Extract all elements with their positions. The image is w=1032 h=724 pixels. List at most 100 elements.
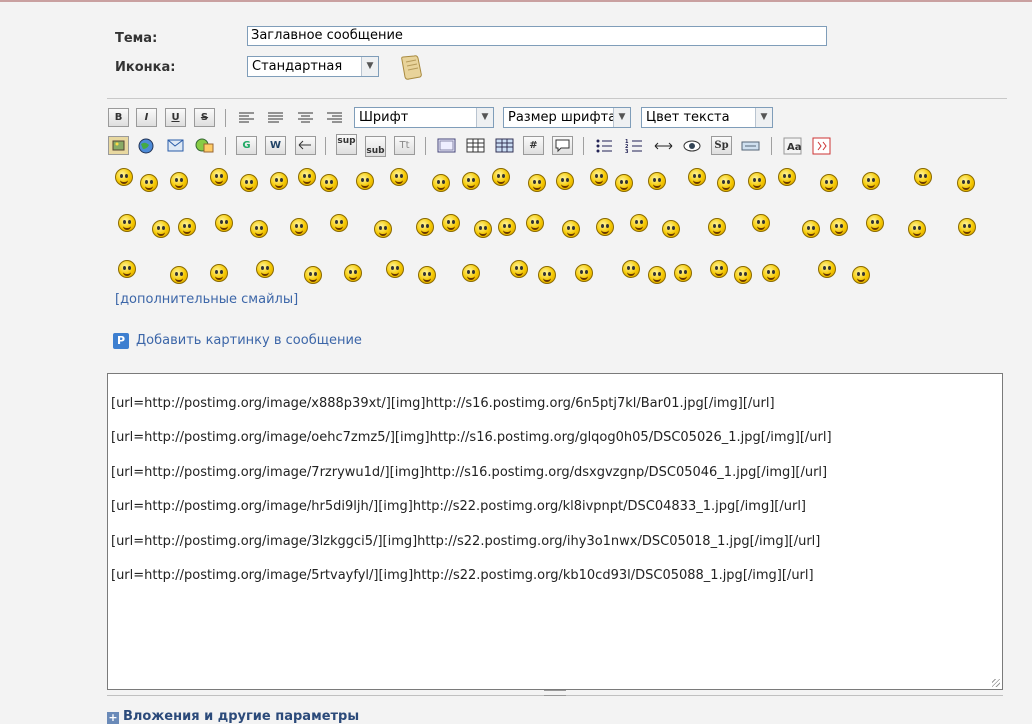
strike-button[interactable]: S [194, 108, 215, 127]
smiley-icon[interactable] [152, 220, 170, 238]
smiley-icon[interactable] [492, 168, 510, 186]
smiley-icon[interactable] [590, 168, 608, 186]
smiley-icon[interactable] [118, 214, 136, 232]
text-color-select[interactable]: Цвет текста ▼ [641, 107, 773, 128]
hash-button[interactable]: # [523, 136, 544, 155]
smiley-icon[interactable] [575, 264, 593, 282]
align-justify-button[interactable] [265, 108, 286, 127]
align-right-button[interactable] [324, 108, 345, 127]
attachments-toggle[interactable]: + Вложения и другие параметры [107, 709, 359, 724]
table-button[interactable] [436, 136, 457, 155]
smiley-icon[interactable] [710, 260, 728, 278]
smiley-icon[interactable] [250, 220, 268, 238]
italic-button[interactable]: I [136, 108, 157, 127]
smiley-icon[interactable] [416, 218, 434, 236]
message-textarea[interactable]: [url=http://postimg.org/image/x888p39xt/… [107, 373, 1003, 690]
smiley-icon[interactable] [622, 260, 640, 278]
smiley-icon[interactable] [240, 174, 258, 192]
smiley-icon[interactable] [596, 218, 614, 236]
smiley-icon[interactable] [908, 220, 926, 238]
smiley-icon[interactable] [442, 214, 460, 232]
wiki-button[interactable]: W [265, 136, 286, 155]
smiley-icon[interactable] [298, 168, 316, 186]
smiley-icon[interactable] [615, 174, 633, 192]
comment-button[interactable] [552, 136, 573, 155]
spoiler-button[interactable]: Sp [711, 136, 732, 155]
smiley-icon[interactable] [748, 172, 766, 190]
smiley-icon[interactable] [432, 174, 450, 192]
add-picture-link[interactable]: Добавить картинку в сообщение [136, 333, 362, 348]
align-left-button[interactable] [236, 108, 257, 127]
bullet-list-button[interactable] [594, 136, 615, 155]
smiley-icon[interactable] [562, 220, 580, 238]
table-grid-button[interactable] [465, 136, 486, 155]
smiley-icon[interactable] [374, 220, 392, 238]
smiley-icon[interactable] [118, 260, 136, 278]
smiley-icon[interactable] [320, 174, 338, 192]
smiley-icon[interactable] [304, 266, 322, 284]
smiley-icon[interactable] [215, 214, 233, 232]
direction-button[interactable] [295, 136, 316, 155]
smiley-icon[interactable] [648, 172, 666, 190]
smiley-icon[interactable] [140, 174, 158, 192]
smiley-icon[interactable] [256, 260, 274, 278]
smiley-icon[interactable] [762, 264, 780, 282]
offtopic-button[interactable] [740, 136, 761, 155]
smiley-icon[interactable] [717, 174, 735, 192]
smiley-icon[interactable] [210, 264, 228, 282]
smiley-icon[interactable] [662, 220, 680, 238]
smiley-icon[interactable] [178, 218, 196, 236]
smiley-icon[interactable] [752, 214, 770, 232]
smiley-icon[interactable] [830, 218, 848, 236]
smiley-icon[interactable] [852, 266, 870, 284]
smiley-icon[interactable] [170, 172, 188, 190]
smiley-icon[interactable] [528, 174, 546, 192]
resize-handle-icon[interactable] [544, 690, 566, 696]
align-center-button[interactable] [295, 108, 316, 127]
translit-button[interactable]: Aa [782, 136, 803, 155]
bold-button[interactable]: B [108, 108, 129, 127]
horizontal-rule-button[interactable] [653, 136, 674, 155]
smiley-icon[interactable] [270, 172, 288, 190]
smiley-icon[interactable] [386, 260, 404, 278]
code-button[interactable] [811, 136, 832, 155]
font-select[interactable]: Шрифт ▼ [354, 107, 494, 128]
numbered-list-button[interactable]: 123 [624, 136, 645, 155]
smiley-icon[interactable] [290, 218, 308, 236]
hide-button[interactable] [682, 136, 703, 155]
smiley-icon[interactable] [170, 266, 188, 284]
smiley-icon[interactable] [688, 168, 706, 186]
smiley-icon[interactable] [210, 168, 228, 186]
smiley-icon[interactable] [708, 218, 726, 236]
smiley-icon[interactable] [344, 264, 362, 282]
smiley-icon[interactable] [802, 220, 820, 238]
quote-button[interactable] [194, 136, 215, 155]
smiley-icon[interactable] [862, 172, 880, 190]
smiley-icon[interactable] [818, 260, 836, 278]
image-button[interactable] [108, 136, 129, 155]
icon-select[interactable]: Стандартная ▼ [247, 56, 379, 77]
smiley-icon[interactable] [674, 264, 692, 282]
resize-grip-icon[interactable] [992, 679, 1000, 687]
smiley-icon[interactable] [538, 266, 556, 284]
smiley-icon[interactable] [330, 214, 348, 232]
smiley-icon[interactable] [648, 266, 666, 284]
smiley-icon[interactable] [820, 174, 838, 192]
smiley-icon[interactable] [462, 172, 480, 190]
google-button[interactable]: G [236, 136, 257, 155]
subject-input[interactable]: Заглавное сообщение [247, 26, 827, 46]
more-smilies-link[interactable]: [дополнительные смайлы] [115, 292, 298, 307]
smiley-icon[interactable] [958, 218, 976, 236]
underline-button[interactable]: U [165, 108, 186, 127]
font-size-select[interactable]: Размер шрифта ▼ [503, 107, 631, 128]
table-cell-button[interactable] [494, 136, 515, 155]
smiley-icon[interactable] [526, 214, 544, 232]
textarea-resizer[interactable] [107, 690, 1003, 696]
smiley-icon[interactable] [957, 174, 975, 192]
teletype-button[interactable]: Tt [394, 136, 415, 155]
smiley-icon[interactable] [356, 172, 374, 190]
email-button[interactable] [165, 136, 186, 155]
smiley-icon[interactable] [462, 264, 480, 282]
smiley-icon[interactable] [556, 172, 574, 190]
smiley-icon[interactable] [734, 266, 752, 284]
